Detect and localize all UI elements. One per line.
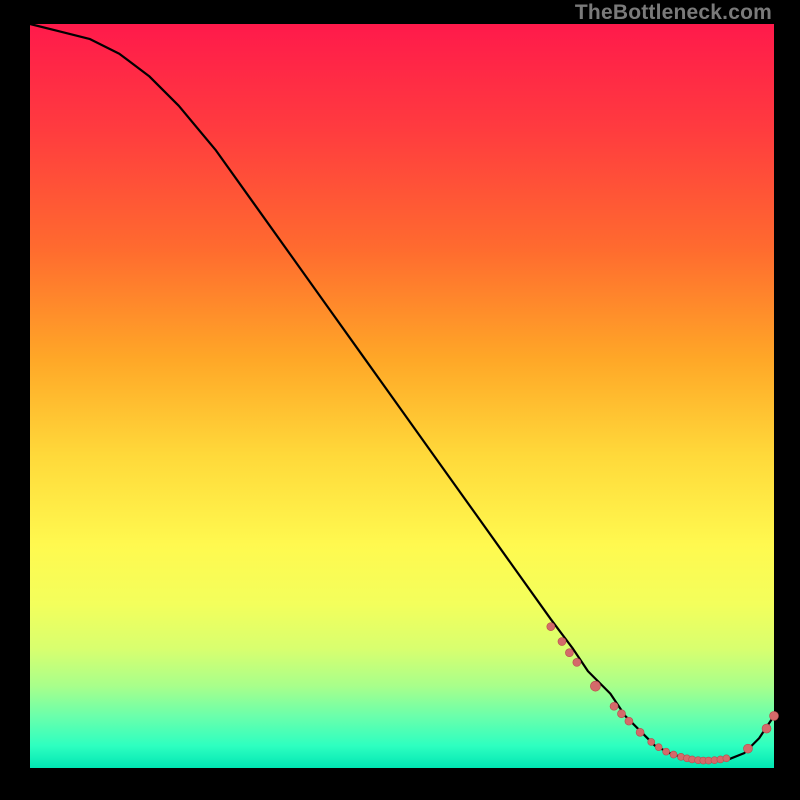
data-marker: [636, 728, 644, 736]
data-marker: [573, 658, 581, 666]
data-marker: [610, 702, 618, 710]
data-markers: [547, 623, 779, 764]
data-marker: [762, 724, 771, 733]
chart-stage: TheBottleneck.com: [0, 0, 800, 800]
data-marker: [547, 623, 555, 631]
data-marker: [723, 755, 730, 762]
bottleneck-curve: [30, 24, 774, 761]
plot-area: [30, 24, 774, 768]
watermark-text: TheBottleneck.com: [575, 2, 772, 23]
curve-layer: [30, 24, 774, 768]
data-marker: [565, 649, 573, 657]
data-marker: [770, 711, 779, 720]
data-marker: [743, 744, 752, 753]
data-marker: [670, 751, 677, 758]
data-marker: [663, 748, 670, 755]
data-marker: [617, 710, 625, 718]
data-marker: [590, 681, 600, 691]
data-marker: [648, 738, 655, 745]
data-marker: [558, 638, 566, 646]
data-marker: [625, 717, 633, 725]
data-marker: [655, 744, 662, 751]
